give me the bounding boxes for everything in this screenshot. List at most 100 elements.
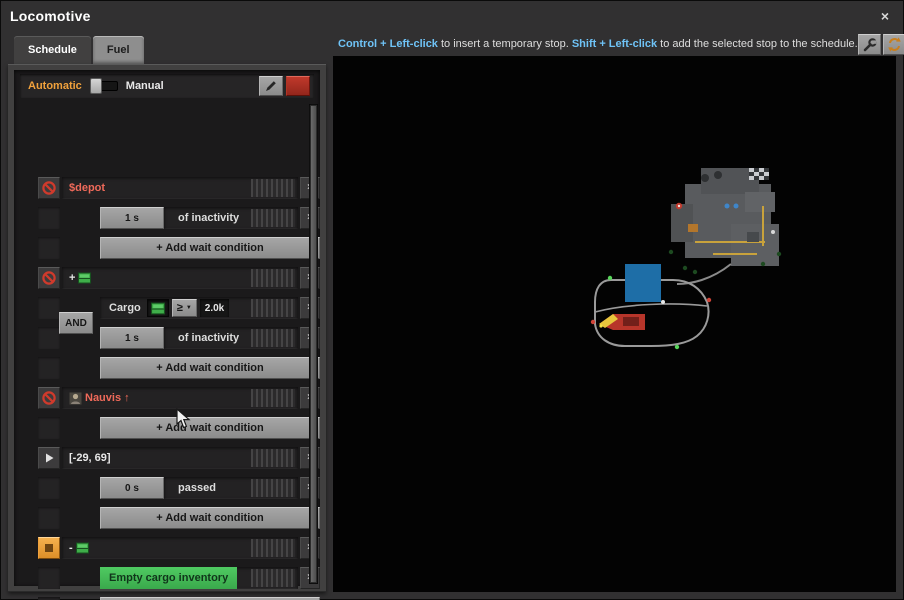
stop-unreachable-button[interactable]	[38, 267, 60, 289]
condition-text: Cargo	[109, 302, 141, 314]
stop-name: -	[69, 542, 89, 554]
rename-schedule-button[interactable]	[259, 76, 283, 96]
stop-label-bar[interactable]: $depot	[62, 177, 298, 199]
stop-here-button[interactable]	[38, 537, 60, 559]
minimap[interactable]	[333, 56, 896, 592]
schedule-stop-row: Nauvis ↑ ×	[38, 387, 320, 409]
go-to-stop-button[interactable]	[38, 447, 60, 469]
condition-gutter-slot	[38, 207, 60, 229]
green-chest-icon	[78, 272, 91, 284]
toggle-knob	[90, 78, 102, 94]
stop-unreachable-button[interactable]	[38, 387, 60, 409]
schedule-stop-row: [-29, 69] ×	[38, 447, 320, 469]
play-icon	[40, 449, 58, 467]
map-toolbar	[858, 34, 904, 55]
condition-text: passed	[178, 482, 216, 494]
pencil-icon	[264, 79, 278, 93]
condition-group: AND Cargo ≥ ▼	[38, 297, 320, 349]
minimap-render	[333, 56, 896, 592]
scrollbar-thumb[interactable]	[310, 105, 317, 583]
schedule-panel: Automatic Manual $depot	[8, 64, 326, 592]
schedule-stop-row: $depot ×	[38, 177, 320, 199]
drag-handle[interactable]	[251, 269, 295, 287]
condition-time-button[interactable]: 1 s	[100, 207, 164, 229]
drag-handle[interactable]	[251, 209, 295, 227]
stop-name: [-29, 69]	[69, 452, 111, 464]
cargo-amount-value[interactable]: 2.0k	[200, 299, 229, 317]
chevron-down-icon: ▼	[186, 305, 192, 311]
add-wait-condition-button[interactable]: + Add wait condition	[100, 507, 320, 529]
stop-name: $depot	[69, 182, 105, 194]
condition-time-button[interactable]: 0 s	[100, 477, 164, 499]
no-entry-icon	[40, 179, 58, 197]
mode-toggle[interactable]	[90, 81, 118, 91]
avatar-icon	[69, 392, 82, 405]
fulfilled-condition-label: Empty cargo inventory	[100, 567, 237, 589]
drag-handle[interactable]	[251, 539, 295, 557]
condition-gutter-slot	[38, 237, 60, 259]
hint-key-control: Control + Left-click	[338, 38, 438, 50]
condition-bar[interactable]: of inactivity	[164, 327, 298, 349]
tab-fuel[interactable]: Fuel	[93, 36, 144, 64]
schedule-scrollbar[interactable]	[309, 104, 318, 584]
condition-time-button[interactable]: 1 s	[100, 327, 164, 349]
hint-key-shift: Shift + Left-click	[572, 38, 657, 50]
mode-automatic-label: Automatic	[28, 80, 82, 92]
stop-label-bar[interactable]: -	[62, 537, 298, 559]
stop-label-bar[interactable]: Nauvis ↑	[62, 387, 298, 409]
drag-handle[interactable]	[251, 299, 295, 317]
stop-label-bar[interactable]: [-29, 69]	[62, 447, 298, 469]
schedule-stop-row: - ×	[38, 537, 320, 559]
condition-gutter-slot	[38, 327, 60, 349]
cargo-item-button[interactable]	[147, 299, 169, 317]
drag-handle[interactable]	[251, 479, 295, 497]
cargo-condition-bar[interactable]: Cargo ≥ ▼ 2.0k	[100, 297, 298, 319]
drag-handle[interactable]	[251, 449, 295, 467]
color-button[interactable]	[286, 76, 310, 96]
no-entry-icon	[40, 389, 58, 407]
wrench-icon	[861, 36, 878, 53]
schedule-panel-inner: Automatic Manual $depot	[14, 70, 320, 586]
condition-bar[interactable]: Empty cargo inventory	[100, 567, 298, 589]
comparator-dropdown[interactable]: ≥ ▼	[172, 299, 197, 317]
stop-label-bar[interactable]: +	[62, 267, 298, 289]
schedule-list: $depot × 1 s of inactivity ×	[38, 174, 320, 600]
no-entry-icon	[40, 269, 58, 287]
add-condition-row: + Add wait condition	[38, 357, 320, 379]
circular-arrows-icon	[886, 36, 903, 53]
condition-gutter-slot	[38, 567, 60, 589]
mode-row: Automatic Manual	[20, 74, 314, 98]
wait-condition-row: 1 s of inactivity ×	[38, 207, 320, 229]
add-wait-condition-button[interactable]: + Add wait condition	[100, 237, 320, 259]
add-wait-condition-button[interactable]: + Add wait condition	[100, 417, 320, 439]
close-button[interactable]: ×	[874, 5, 896, 27]
drag-handle[interactable]	[251, 569, 295, 587]
drag-handle[interactable]	[251, 329, 295, 347]
condition-text: of inactivity	[178, 212, 239, 224]
stop-square-icon	[45, 544, 53, 552]
mode-manual-label: Manual	[126, 80, 164, 92]
wait-condition-row: Empty cargo inventory ×	[38, 567, 320, 589]
add-wait-condition-button[interactable]: + Add wait condition	[100, 357, 320, 379]
and-joiner-button[interactable]: AND	[59, 312, 93, 334]
recycle-button[interactable]	[883, 34, 904, 55]
page-title: Locomotive	[10, 8, 91, 24]
tab-schedule[interactable]: Schedule	[14, 36, 91, 64]
stop-unreachable-button[interactable]	[38, 177, 60, 199]
green-chest-icon	[76, 542, 89, 554]
add-condition-row: + Add wait condition	[38, 417, 320, 439]
locomotive-window: Locomotive × Schedule Fuel Automatic Man…	[0, 0, 904, 600]
condition-gutter-slot	[38, 417, 60, 439]
wrench-button[interactable]	[858, 34, 881, 55]
condition-gutter-slot	[38, 357, 60, 379]
station-marker	[625, 264, 661, 302]
tab-bar: Schedule Fuel	[14, 36, 144, 64]
titlebar[interactable]: Locomotive ×	[0, 0, 904, 32]
drag-handle[interactable]	[251, 389, 295, 407]
condition-bar[interactable]: of inactivity	[164, 207, 298, 229]
stop-name: +	[69, 272, 91, 284]
add-condition-row: + Add wait condition	[38, 237, 320, 259]
drag-handle[interactable]	[251, 179, 295, 197]
condition-bar[interactable]: passed	[164, 477, 298, 499]
green-chest-icon	[151, 302, 165, 315]
